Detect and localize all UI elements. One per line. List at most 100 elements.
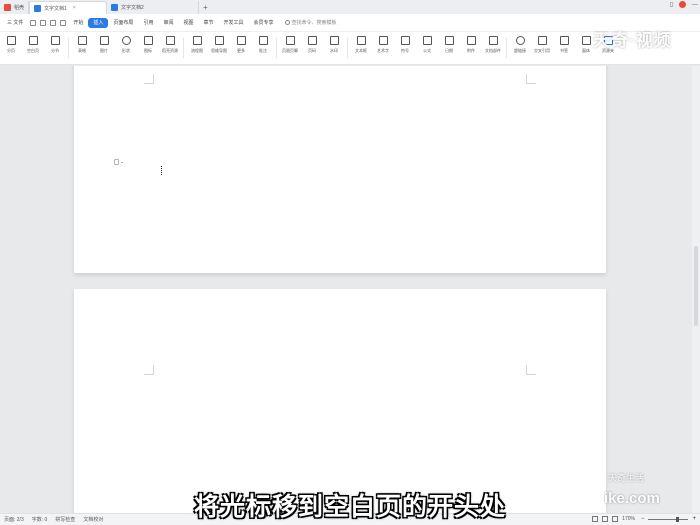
page-corner-mark <box>526 365 536 375</box>
hyperlink-button[interactable]: 超链接 <box>509 36 531 54</box>
doc-parts-icon <box>488 36 498 45</box>
scrollbar-thumb[interactable] <box>694 246 698 326</box>
menu-view[interactable]: 视图 <box>178 18 198 28</box>
page-number-button[interactable]: 页码 <box>301 36 323 54</box>
new-tab-button[interactable]: + <box>199 1 212 14</box>
ribbon-divider <box>347 38 348 58</box>
comment-button[interactable]: 批注 <box>252 36 274 54</box>
word-art-icon <box>378 36 388 45</box>
date-button[interactable]: 日期 <box>438 36 460 54</box>
video-watermark: 天奇·视频 <box>593 31 672 50</box>
header-footer-button[interactable]: 页眉页脚 <box>279 36 301 54</box>
document-page-2[interactable] <box>74 289 606 513</box>
picture-button[interactable]: 图片 <box>93 36 115 54</box>
file-menu[interactable]: 三 文件 <box>2 18 28 28</box>
cross-reference-icon <box>537 36 547 45</box>
menu-home[interactable]: 开始 <box>68 18 88 28</box>
menu-section[interactable]: 章节 <box>198 18 218 28</box>
attachment-button[interactable]: 附件 <box>460 36 482 54</box>
more-icon <box>236 36 246 45</box>
undo-icon[interactable] <box>50 19 57 26</box>
bookmark-button[interactable]: 书签 <box>553 36 575 54</box>
symbol-button[interactable]: 符号 <box>394 36 416 54</box>
search-icon <box>284 20 290 25</box>
redo-icon[interactable] <box>60 19 67 26</box>
text-cursor <box>161 166 162 175</box>
mindmap-button[interactable]: 思维导图 <box>208 36 230 54</box>
symbol-icon <box>400 36 410 45</box>
ribbon-divider <box>506 38 507 58</box>
search-placeholder: 查找命令、搜索模板 <box>291 20 337 26</box>
doc-parts-button[interactable]: 文档部件 <box>482 36 504 54</box>
picture-icon <box>99 36 109 45</box>
more-button[interactable]: 更多 <box>230 36 252 54</box>
form-icon <box>581 36 591 45</box>
page-number-icon <box>307 36 317 45</box>
watermark-button[interactable]: 水印 <box>323 36 345 54</box>
link-icon <box>515 36 525 45</box>
page-break-icon <box>6 36 16 45</box>
cross-reference-button[interactable]: 交叉引用 <box>531 36 553 54</box>
resource-icon <box>165 36 175 45</box>
formula-icon <box>422 36 432 45</box>
menu-insert[interactable]: 插入 <box>88 17 109 28</box>
text-box-icon <box>356 36 366 45</box>
tab-label: 文字文档2 <box>121 5 144 11</box>
bookmark-icon <box>559 36 569 45</box>
shape-button[interactable]: 形状 <box>115 36 137 54</box>
icons-button[interactable]: 图标 <box>137 36 159 54</box>
watermark-icon <box>329 36 339 45</box>
tab-label: 稻壳 <box>14 5 25 11</box>
table-button[interactable]: 表格 <box>71 36 93 54</box>
ribbon-divider <box>183 38 184 58</box>
command-search[interactable]: 查找命令、搜索模板 <box>284 19 337 26</box>
document-canvas[interactable] <box>0 66 700 513</box>
header-footer-icon <box>285 36 295 45</box>
page-break-button[interactable]: 分页 <box>0 36 22 54</box>
tab-docer[interactable]: 稻壳 <box>0 1 30 14</box>
shape-icon <box>121 36 131 45</box>
paperclip-icon <box>466 36 476 45</box>
vertical-scrollbar[interactable] <box>692 66 700 513</box>
blank-page-icon <box>28 36 38 45</box>
print-icon[interactable] <box>40 19 47 26</box>
avatar[interactable] <box>679 1 686 8</box>
menu-member[interactable]: 会员专享 <box>249 18 279 28</box>
close-icon[interactable]: × <box>73 5 76 11</box>
ribbon-divider <box>276 38 277 58</box>
section-break-button[interactable]: 分节 <box>44 36 66 54</box>
minimize-icon[interactable]: — <box>692 2 698 8</box>
mindmap-icon <box>214 36 224 45</box>
tab-document-2[interactable]: 文字文档2 <box>107 1 200 14</box>
menu-page-layout[interactable]: 页面布局 <box>108 18 138 28</box>
blank-page-button[interactable]: 空白页 <box>22 36 44 54</box>
tab-label: 文字文档1 <box>44 5 67 12</box>
section-break-icon <box>50 36 60 45</box>
document-page-1[interactable] <box>74 66 606 273</box>
tab-bar: 稻壳 文字文档1 × 文字文档2 + ▯ — <box>0 0 700 14</box>
docer-icon <box>4 4 11 11</box>
comment-icon <box>258 36 268 45</box>
paragraph-mark-icon <box>114 159 123 165</box>
menu-references[interactable]: 引用 <box>138 18 158 28</box>
video-watermark-small: 天奇生活 <box>608 473 645 483</box>
video-subtitle: 将光标移到空白页的开头处 <box>193 493 506 521</box>
calendar-icon <box>444 36 454 45</box>
menu-developer[interactable]: 开发工具 <box>219 18 249 28</box>
window-controls: ▯ — <box>670 1 698 8</box>
docer-resources-button[interactable]: 稻壳资源 <box>159 36 181 54</box>
ribbon-divider <box>68 38 69 58</box>
layout-icon[interactable]: ▯ <box>670 1 673 8</box>
flowchart-icon <box>192 36 202 45</box>
text-box-button[interactable]: 文本框 <box>350 36 372 54</box>
page-corner-mark <box>144 365 154 375</box>
word-art-button[interactable]: 艺术字 <box>372 36 394 54</box>
formula-button[interactable]: 公式 <box>416 36 438 54</box>
menu-review[interactable]: 审阅 <box>158 18 178 28</box>
page-corner-mark <box>144 74 154 84</box>
icons-icon <box>143 36 153 45</box>
flowchart-button[interactable]: 流程图 <box>186 36 208 54</box>
tab-document-1[interactable]: 文字文档1 × <box>29 1 108 14</box>
table-icon <box>77 36 87 45</box>
save-icon[interactable] <box>30 19 37 26</box>
